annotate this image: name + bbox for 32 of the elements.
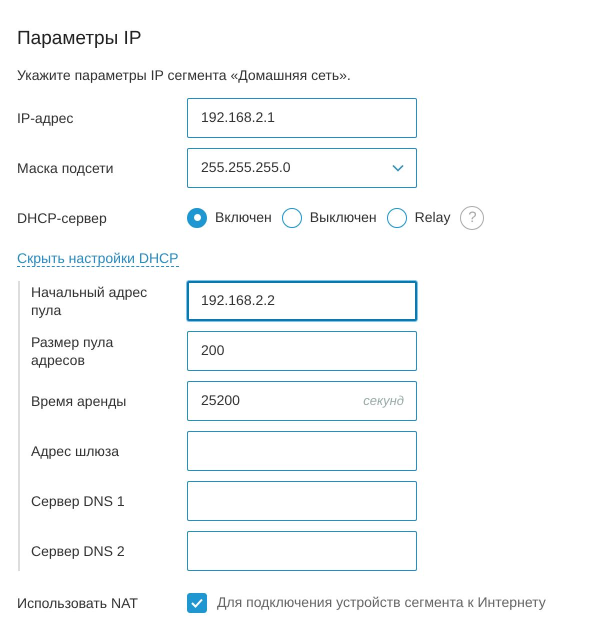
field-label: IP-адрес	[17, 108, 74, 127]
checkbox[interactable]	[187, 592, 207, 613]
toggle-link[interactable]: Скрыть настройки DHCP	[17, 250, 179, 267]
radio-label[interactable]: Включен	[215, 207, 272, 228]
checkbox-label[interactable]: Для подключения устройств сегмента к Интернету	[217, 592, 546, 614]
input-field[interactable]	[187, 430, 417, 471]
checkmark-icon	[191, 598, 203, 608]
radio-label[interactable]: Relay	[414, 207, 450, 228]
dropdown-field[interactable]: 255.255.255.0	[187, 148, 417, 188]
radio-button[interactable]	[282, 208, 302, 228]
input-field[interactable]: 192.168.2.1	[187, 98, 417, 138]
radio-button[interactable]	[187, 208, 207, 228]
field-label: Время аренды	[31, 392, 128, 410]
field-label: Размер пула адресов	[31, 332, 114, 369]
radio-button[interactable]	[386, 208, 407, 228]
radio-label[interactable]: Выключен	[310, 207, 377, 228]
field-label: Маска подсети	[17, 158, 114, 177]
input-field[interactable]: 200	[187, 330, 417, 371]
unit-label: секунд	[363, 392, 404, 410]
input-field[interactable]: 192.168.2.2	[187, 280, 417, 321]
input-field[interactable]	[187, 530, 417, 571]
field-label: DHCP-сервер	[17, 208, 108, 227]
input-field[interactable]	[187, 480, 417, 521]
field-label: Сервер DNS 2	[31, 542, 126, 560]
input-field[interactable]: 25200 секунд	[187, 380, 417, 421]
description-text: Укажите параметры IP сегмента «Домашняя сеть».	[17, 66, 352, 85]
field-label: Сервер DNS 1	[31, 492, 126, 510]
field-label: Начальный адрес пула	[31, 282, 148, 319]
section-title: Параметры IP	[17, 28, 143, 51]
field-label: Адрес шлюза	[31, 442, 120, 460]
field-label: Использовать NAT	[17, 594, 139, 612]
chevron-down-icon	[392, 164, 404, 172]
